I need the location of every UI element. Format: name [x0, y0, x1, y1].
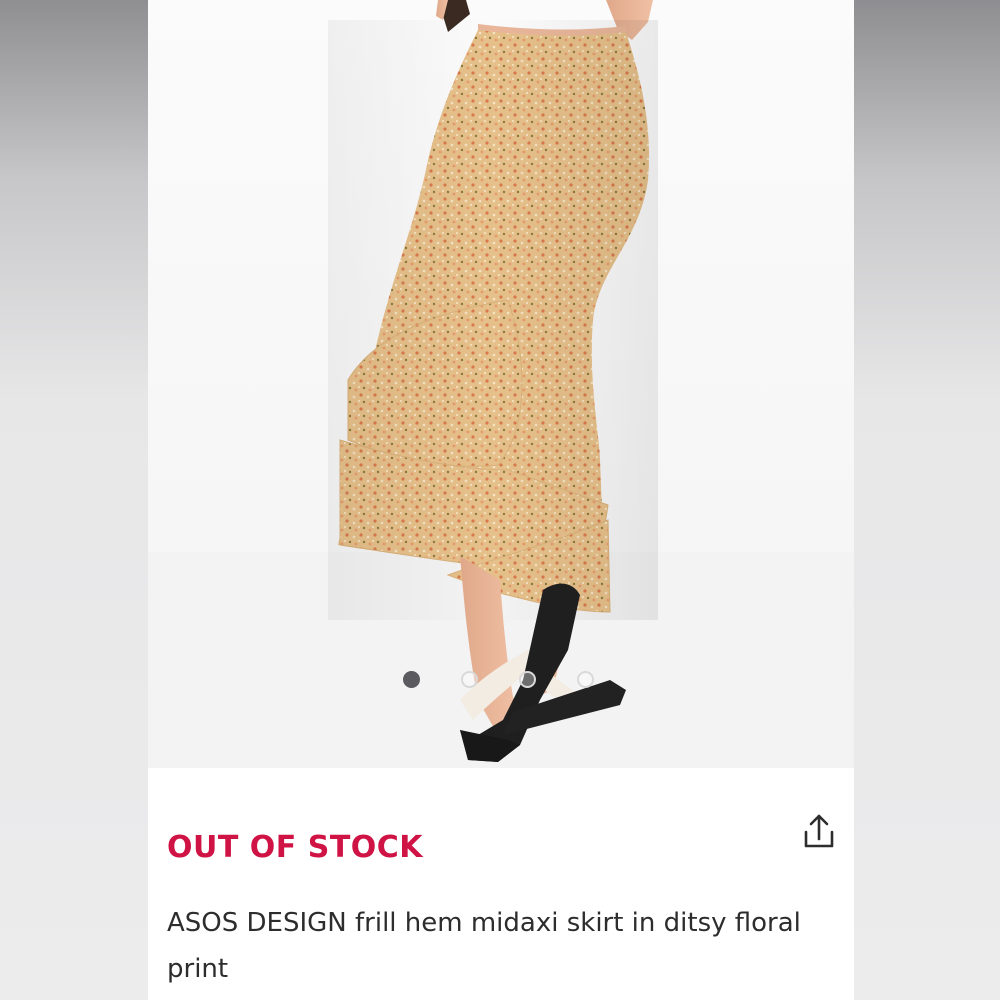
carousel-dots: [403, 671, 594, 688]
carousel-dot-2[interactable]: [461, 671, 478, 688]
background-blur-left: [0, 0, 148, 1000]
stock-status: OUT OF STOCK: [167, 830, 424, 865]
share-button[interactable]: [800, 812, 838, 852]
background-blur-right: [854, 0, 1000, 1000]
product-image[interactable]: [148, 0, 854, 768]
product-page: OUT OF STOCK ASOS DESIGN frill hem midax…: [148, 0, 854, 1000]
product-title: ASOS DESIGN frill hem midaxi skirt in di…: [167, 908, 801, 984]
carousel-dot-3[interactable]: [519, 671, 536, 688]
carousel-dot-4[interactable]: [577, 671, 594, 688]
share-icon: [804, 814, 834, 848]
product-photo-illustration: [148, 0, 854, 768]
carousel-dot-1[interactable]: [403, 671, 420, 688]
product-info: OUT OF STOCK ASOS DESIGN frill hem midax…: [148, 768, 854, 1000]
